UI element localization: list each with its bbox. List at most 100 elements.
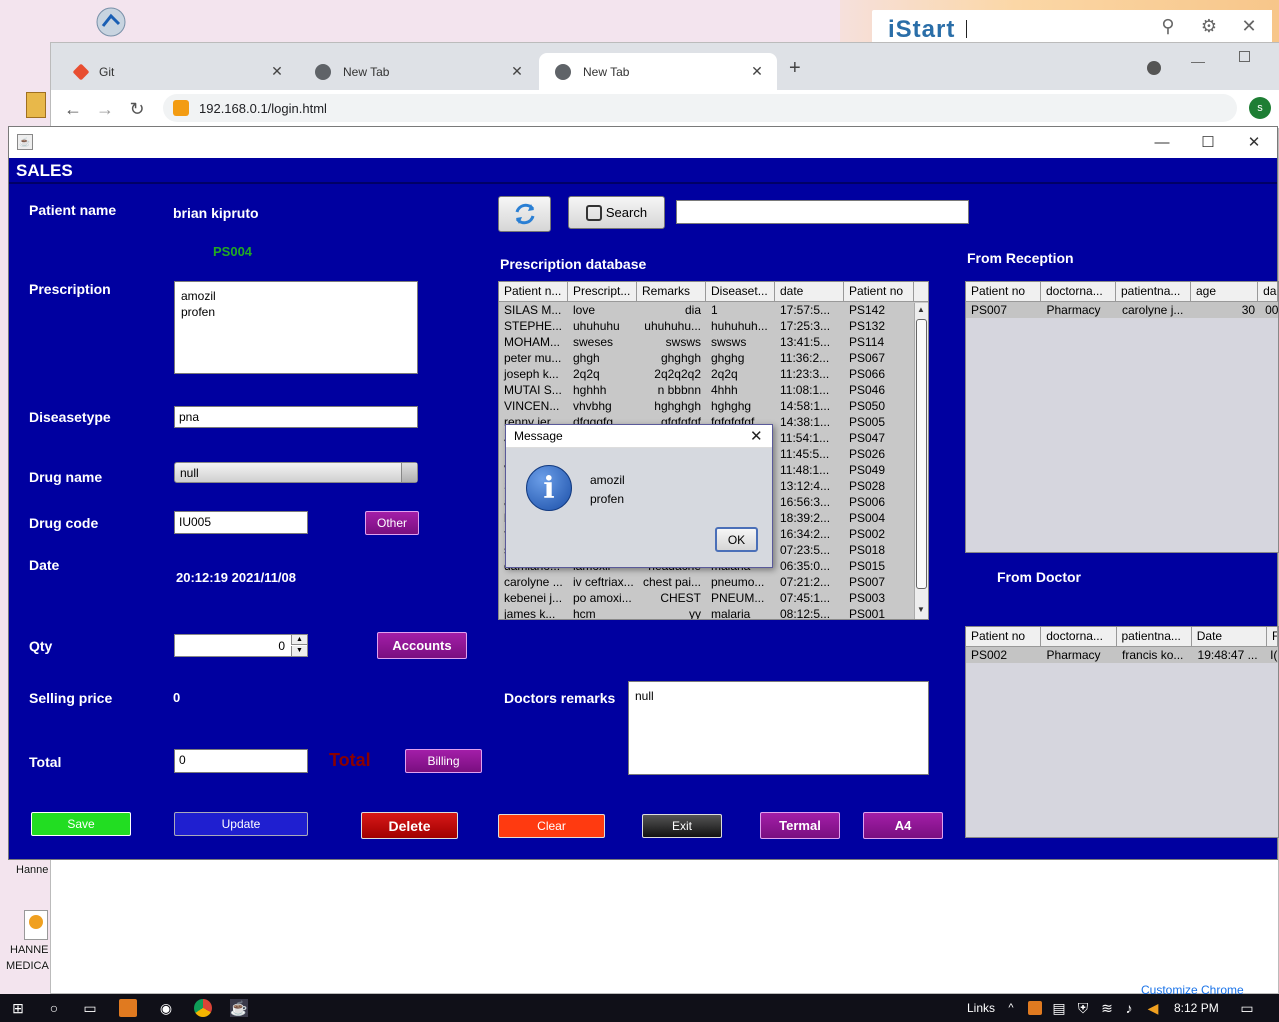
address-bar[interactable]: 192.168.0.1/login.html [163,94,1237,122]
back-icon[interactable]: ← [61,98,85,122]
column-header[interactable]: Patient no [844,282,914,301]
folder-icon[interactable] [26,92,46,118]
drug-name-select[interactable]: null [174,462,418,483]
table-row[interactable]: STEPHE... uhuhuhu uhuhuhu... huhuhuh... 17:2… [499,318,928,334]
column-header[interactable]: doctorna... [1041,282,1116,301]
chevron-down-icon[interactable] [401,463,417,482]
notification-icon[interactable]: ▭ [1238,999,1256,1017]
wifi-icon[interactable]: ≋ [1098,999,1116,1017]
other-button[interactable]: Other [365,511,419,535]
maximize-icon[interactable] [1239,51,1250,62]
column-header[interactable]: patientna... [1117,627,1192,646]
close-icon[interactable]: ✕ [750,427,763,445]
search-button[interactable]: Search [568,196,665,229]
java-icon[interactable]: ☕ [230,999,248,1017]
stepper-down-icon[interactable]: ▼ [291,646,307,656]
total-field[interactable]: 0 [174,749,308,773]
close-icon[interactable]: ✕ [1239,16,1259,36]
column-header[interactable]: Patient n... [499,282,568,301]
scroll-up-icon[interactable]: ▲ [915,303,927,317]
billing-button[interactable]: Billing [405,749,482,773]
column-header[interactable]: age [1191,282,1259,301]
table-row[interactable]: PS007 Pharmacy carolyne j... 30 00 [966,302,1278,318]
volume-icon[interactable]: ♪ [1120,999,1138,1017]
tab-new-tab[interactable]: New Tab ✕ [299,53,537,90]
column-header[interactable]: Patient no [966,282,1041,301]
app-icon[interactable] [119,999,137,1017]
drug-code-field[interactable]: IU005 [174,511,308,534]
table-row[interactable]: peter mu... ghgh ghghgh ghghg 11:36:2... PS06… [499,350,928,366]
column-header[interactable]: da [1258,282,1278,301]
termal-button[interactable]: Termal [760,812,840,839]
reception-table[interactable]: Patient no doctorna... patientna... age … [965,281,1279,553]
tab-close-icon[interactable]: ✕ [749,63,765,80]
clear-button[interactable]: Clear [498,814,605,838]
tray-network-icon[interactable]: ▤ [1050,999,1068,1017]
exit-button[interactable]: Exit [642,814,722,838]
ok-button[interactable]: OK [715,527,758,552]
pdf-file-icon[interactable] [24,910,48,940]
column-header[interactable]: Remarks [637,282,706,301]
column-header[interactable]: date [775,282,844,301]
speaker-icon[interactable]: ◀ [1144,999,1162,1017]
tab-new-tab-active[interactable]: New Tab ✕ [539,53,777,90]
desktop-app-icon[interactable] [95,6,127,41]
qty-stepper[interactable]: 0 ▲ ▼ [174,634,308,657]
column-header[interactable]: Patient no [966,627,1042,646]
doctor-table[interactable]: Patient no doctorna... patientna... Date… [965,626,1279,838]
chevron-up-icon[interactable]: ^ [1002,999,1020,1017]
column-header[interactable]: F [1267,627,1278,646]
table-row[interactable]: MUTAI S... hghhh n bbbnn 4hhh 11:08:1... PS04… [499,382,928,398]
search-icon[interactable]: ○ [45,999,63,1017]
scroll-thumb[interactable] [916,319,927,589]
window-maximize-icon[interactable]: ☐ [1185,131,1231,155]
update-button[interactable]: Update [174,812,308,836]
tab-search-icon[interactable] [1147,61,1161,75]
windows-start-icon[interactable]: ⊞ [9,999,27,1017]
tab-close-icon[interactable]: ✕ [269,63,285,80]
window-minimize-icon[interactable]: — [1139,131,1185,155]
table-row[interactable]: joseph k... 2q2q 2q2q2q2 2q2q 11:23:3... PS06… [499,366,928,382]
save-button[interactable]: Save [31,812,131,836]
accounts-button[interactable]: Accounts [377,632,467,659]
refresh-button[interactable] [498,196,551,232]
search-input[interactable] [676,200,969,224]
profile-avatar[interactable]: s [1249,97,1271,119]
doctors-remarks-textarea[interactable]: null [628,681,929,775]
reload-icon[interactable]: ↻ [125,98,149,122]
app-icon[interactable]: ◉ [157,999,175,1017]
table-row[interactable]: kebenei j... po amoxi... CHEST PNEUM... 07:4… [499,590,928,606]
prescription-textarea[interactable]: amozil profen [174,281,418,374]
gear-icon[interactable]: ⚙ [1199,16,1219,36]
new-tab-button[interactable]: + [789,57,801,80]
tray-shield-icon[interactable]: ⛨ [1074,999,1092,1017]
table-row[interactable]: PS002 Pharmacy francis ko... 19:48:47 ..… [966,647,1278,663]
table-row[interactable]: SILAS M... love dia 1 17:57:5... PS142 [499,302,928,318]
istart-search-bar[interactable]: iStart ⚲ ⚙ ✕ [872,10,1272,43]
column-header[interactable]: Date [1192,627,1267,646]
column-header[interactable]: Diseaset... [706,282,775,301]
table-row[interactable]: james k... hcm yy malaria 08:12:5... PS001 [499,606,928,619]
column-header[interactable]: patientna... [1116,282,1191,301]
a4-button[interactable]: A4 [863,812,943,839]
diseasetype-field[interactable]: pna [174,406,418,428]
table-row[interactable]: MOHAM... sweses swsws swsws 13:41:5... PS114 [499,334,928,350]
table-scrollbar[interactable]: ▲ ▼ [914,303,928,619]
forward-icon[interactable]: → [93,98,117,122]
search-icon[interactable]: ⚲ [1158,16,1178,36]
tray-app-icon[interactable] [1028,1001,1042,1015]
stepper-up-icon[interactable]: ▲ [291,635,307,645]
minimize-icon[interactable]: — [1191,53,1205,69]
scroll-down-icon[interactable]: ▼ [915,603,927,617]
task-view-icon[interactable]: ▭ [81,999,99,1017]
chrome-icon[interactable] [194,999,212,1017]
window-close-icon[interactable]: ✕ [1231,131,1277,155]
delete-button[interactable]: Delete [361,812,458,839]
clock[interactable]: 8:12 PM [1174,1001,1219,1015]
table-row[interactable]: VINCEN... vhvbhg hghghgh hghghg 14:58:1... PS… [499,398,928,414]
tab-close-icon[interactable]: ✕ [509,63,525,80]
table-row[interactable]: carolyne ... iv ceftriax... chest pai... pn… [499,574,928,590]
tab-git[interactable]: Git ✕ [59,53,297,90]
column-header[interactable]: Prescript... [568,282,637,301]
links-toolbar-label[interactable]: Links [967,1001,995,1015]
